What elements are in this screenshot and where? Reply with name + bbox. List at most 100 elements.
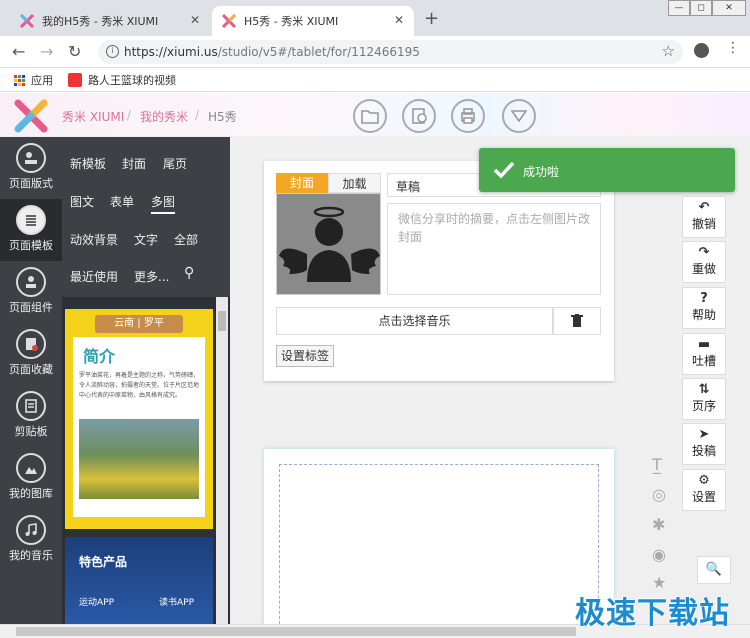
close-icon[interactable]: ✕: [394, 13, 404, 27]
trash-icon[interactable]: [553, 307, 601, 335]
watermark: 极速下载站: [575, 596, 730, 631]
template-thumbnail[interactable]: 特色产品 运动APP 读书APP: [65, 537, 213, 627]
template-scrollbar[interactable]: [216, 297, 228, 624]
text-icon[interactable]: T̲: [652, 455, 662, 474]
cover-image[interactable]: [276, 193, 381, 295]
browser-tab-bar: 我的H5秀 - 秀米 XIUMI ✕ H5秀 - 秀米 XIUMI ✕ + — …: [0, 0, 750, 36]
sidebar-item-favorite[interactable]: 页面收藏: [0, 323, 62, 385]
account-icon[interactable]: [694, 43, 709, 58]
reload-icon[interactable]: ↻: [68, 42, 81, 61]
xiumi-logo[interactable]: [14, 99, 48, 136]
clipboard-icon: [16, 391, 46, 421]
tab-cover[interactable]: 封面: [276, 173, 328, 193]
comment-button[interactable]: ▬ 吐槽: [682, 333, 726, 375]
tab-my-h5[interactable]: 我的H5秀 - 秀米 XIUMI ✕: [10, 6, 210, 36]
print-icon[interactable]: [451, 99, 485, 133]
layout-icon: [16, 143, 46, 173]
category-more[interactable]: 更多...: [134, 268, 169, 285]
xiumi-favicon: [19, 13, 35, 29]
select-music-button[interactable]: 点击选择音乐: [276, 307, 553, 335]
breadcrumb-my-xiumi[interactable]: 我的秀米: [140, 108, 188, 125]
zoom-out-icon[interactable]: 🔍: [697, 556, 731, 584]
back-icon[interactable]: ←: [12, 42, 25, 61]
category-motion-bg[interactable]: 动效背景: [70, 231, 118, 248]
set-tag-button[interactable]: 设置标签: [276, 345, 334, 367]
category-imgtext[interactable]: 图文: [70, 193, 94, 210]
bookmark-star-icon[interactable]: ☆: [662, 42, 675, 60]
sidebar-item-component[interactable]: 页面组件: [0, 261, 62, 323]
menu-dots-icon[interactable]: ⋮: [726, 40, 740, 56]
undo-icon: ↶: [698, 200, 710, 215]
redo-icon: ↷: [698, 245, 710, 260]
info-icon[interactable]: i: [106, 45, 119, 58]
redo-button[interactable]: ↷ 重做: [682, 241, 726, 283]
bookmark-apps[interactable]: 应用: [14, 72, 53, 88]
check-icon: [493, 161, 515, 179]
folder-icon[interactable]: [353, 99, 387, 133]
thumb-photo: [79, 419, 199, 499]
minimize-button[interactable]: —: [668, 0, 690, 16]
submit-button[interactable]: ➤ 投稿: [682, 423, 726, 465]
sidebar-item-label: 我的音乐: [9, 549, 53, 562]
tab-title: 我的H5秀 - 秀米 XIUMI: [42, 15, 159, 28]
close-window-button[interactable]: ✕: [712, 0, 746, 16]
thumb-heading: 特色产品: [79, 555, 128, 569]
sidebar-item-label: 剪贴板: [14, 425, 48, 438]
settings-button[interactable]: ⚙ 设置: [682, 469, 726, 511]
breadcrumb-home[interactable]: 秀米 XIUMI: [62, 108, 124, 125]
tab-loading[interactable]: 加载: [328, 173, 381, 193]
url-text: https://xiumi.us/studio/v5#/tablet/for/1…: [124, 45, 420, 59]
category-new[interactable]: 新模板: [70, 155, 106, 172]
close-icon[interactable]: ✕: [190, 13, 200, 27]
category-all[interactable]: 全部: [174, 231, 198, 248]
cover-settings-card: 封面 加载 草稿 微信分享时的摘要，点击左侧图片改封面 点击选择音乐 设置标签: [264, 161, 614, 381]
dropdown-icon[interactable]: [502, 99, 536, 133]
sparkle-icon[interactable]: ✱: [652, 515, 665, 534]
page-order-button[interactable]: ⇅ 页序: [682, 378, 726, 420]
address-bar: ← → ↻ i https://xiumi.us/studio/v5#/tabl…: [0, 36, 750, 68]
sidebar-item-label: 页面模板: [9, 239, 53, 252]
thumb-heading: 简介: [83, 347, 116, 366]
category-multi-image[interactable]: 多图: [151, 193, 176, 214]
video-icon: [68, 73, 82, 87]
sidebar-item-clipboard[interactable]: 剪贴板: [0, 385, 62, 447]
tab-h5-show[interactable]: H5秀 - 秀米 XIUMI ✕: [212, 6, 414, 36]
template-icon: [16, 205, 46, 235]
category-text[interactable]: 文字: [134, 231, 158, 248]
category-recent[interactable]: 最近使用: [70, 268, 118, 285]
editor-canvas: 封面 加载 草稿 微信分享时的摘要，点击左侧图片改封面 点击选择音乐 设置标签: [230, 137, 750, 634]
sidebar-item-gallery[interactable]: 我的图库: [0, 447, 62, 509]
settings-icon: ⚙: [698, 473, 710, 488]
export-icon[interactable]: [402, 99, 436, 133]
undo-button[interactable]: ↶ 撤销: [682, 196, 726, 238]
thumb-banner: 云南 | 罗平: [95, 315, 183, 333]
category-form[interactable]: 表单: [110, 193, 134, 210]
sidebar-item-template[interactable]: 页面模板: [0, 199, 62, 261]
maximize-button[interactable]: ◻: [690, 0, 712, 16]
thumb-item: 运动APP: [79, 598, 115, 608]
help-button[interactable]: ? 帮助: [682, 287, 726, 329]
breadcrumb-separator: /: [195, 108, 200, 122]
new-tab-button[interactable]: +: [424, 8, 439, 29]
description-input[interactable]: 微信分享时的摘要，点击左侧图片改封面: [387, 203, 601, 295]
category-end[interactable]: 尾页: [163, 155, 187, 172]
sidebar-item-music[interactable]: 我的音乐: [0, 509, 62, 571]
play-icon[interactable]: ◎: [652, 485, 666, 504]
template-thumbnail[interactable]: 云南 | 罗平 简介 罗平油菜花，再着是主题的之称，气势磅礴，令人流醉动容，拍摄…: [65, 309, 213, 529]
sidebar-item-label: 页面组件: [9, 301, 53, 314]
help-icon: ?: [700, 291, 708, 306]
template-panel: 新模板 封面 尾页 图文 表单 多图 动效背景 文字 全部 最近使用 更多...…: [62, 137, 230, 627]
breadcrumb-separator: /: [127, 108, 132, 122]
sort-icon: ⇅: [698, 382, 710, 397]
page-frame[interactable]: [264, 449, 614, 634]
category-cover[interactable]: 封面: [122, 155, 146, 172]
sidebar-item-layout[interactable]: 页面版式: [0, 137, 62, 199]
xiumi-favicon: [221, 13, 237, 29]
thumb-body: 罗平油菜花，再着是主题的之称，气势磅礴，令人流醉动容，拍摄者的天堂。位于片区范地…: [79, 372, 199, 399]
bookmark-video[interactable]: 路人王篮球的视频: [68, 72, 176, 88]
url-field[interactable]: i https://xiumi.us/studio/v5#/tablet/for…: [98, 40, 683, 64]
forward-icon[interactable]: →: [40, 42, 53, 61]
success-toast: 成功啦: [479, 148, 735, 192]
eye-off-icon[interactable]: ◉: [652, 545, 666, 564]
search-icon[interactable]: ⚲: [184, 265, 194, 281]
